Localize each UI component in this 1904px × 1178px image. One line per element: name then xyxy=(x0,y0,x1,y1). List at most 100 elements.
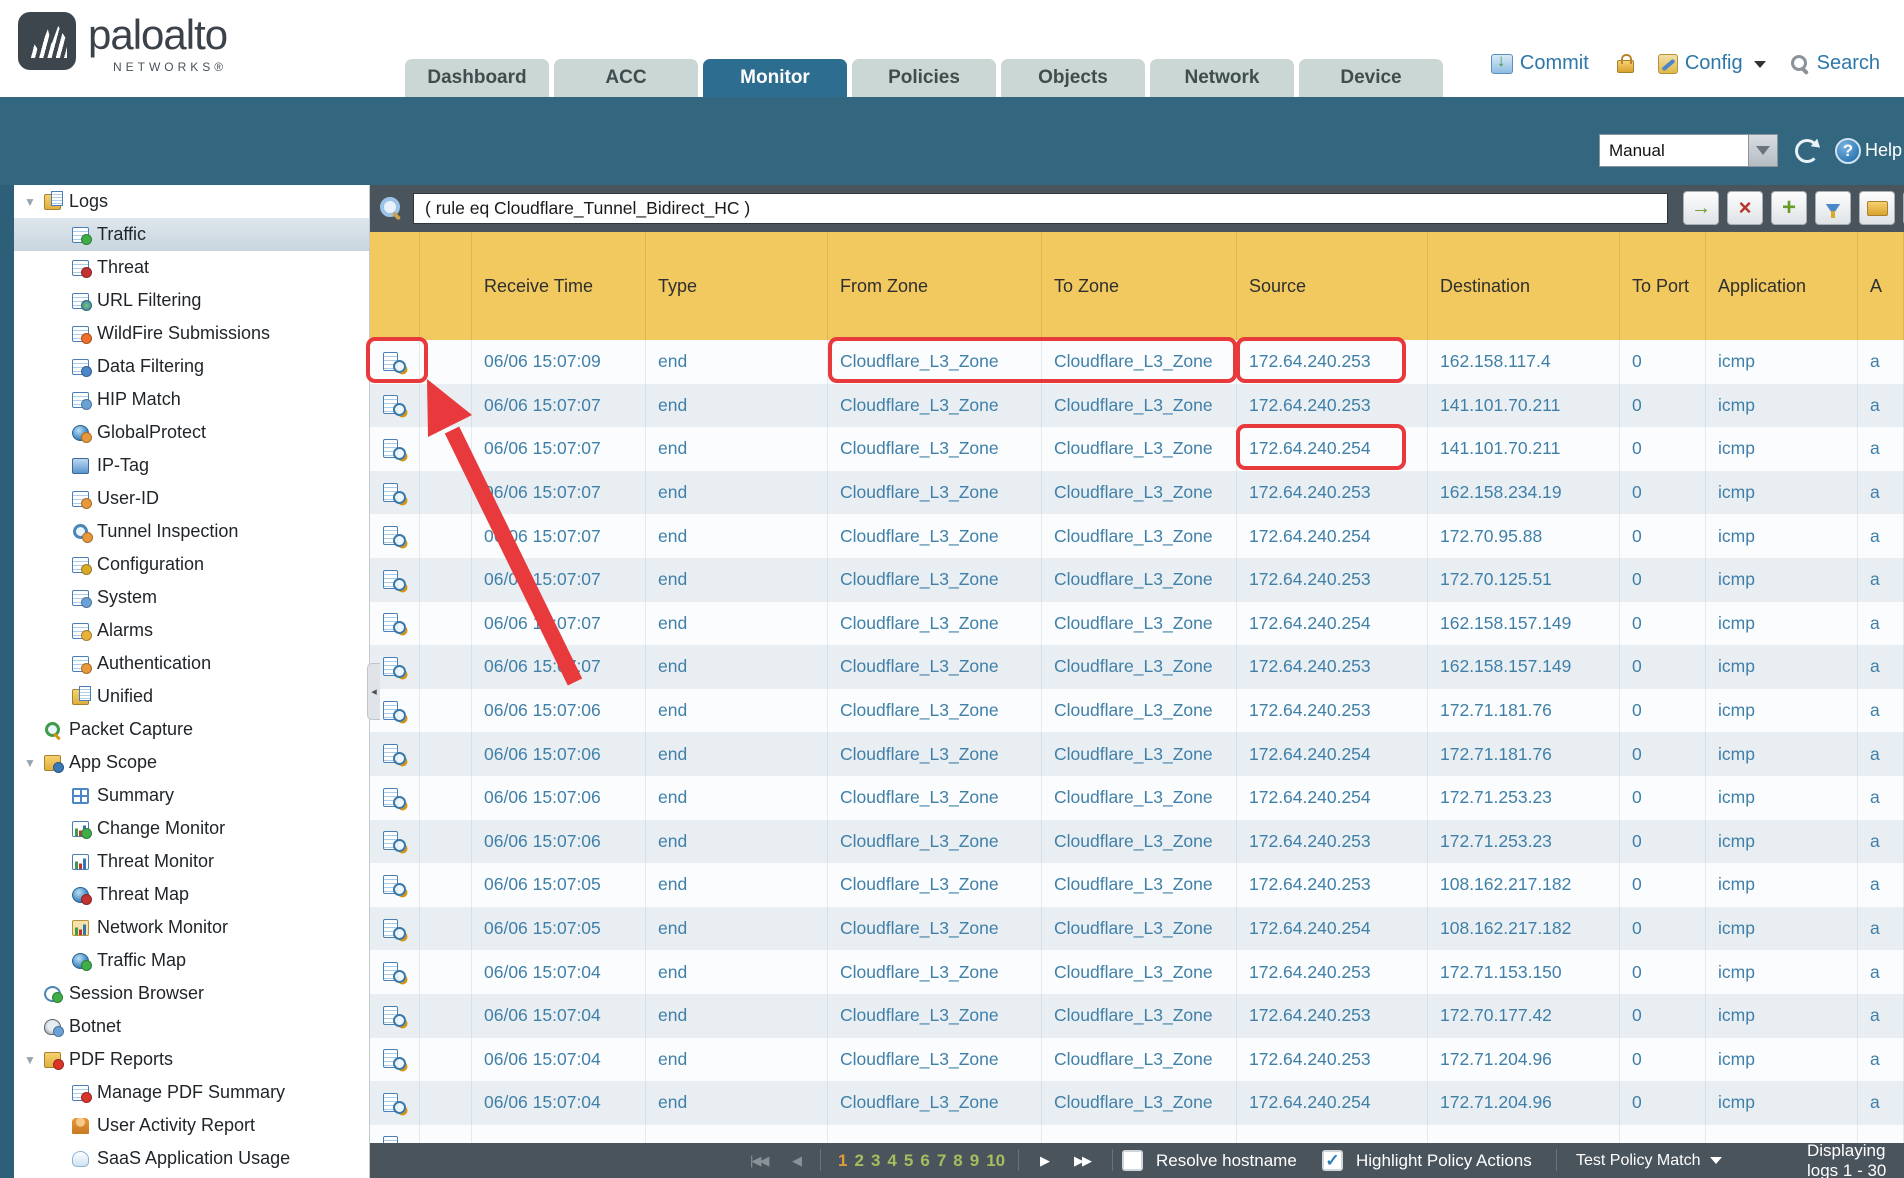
table-row[interactable]: 06/06 15:07:04endCloudflare_L3_ZoneCloud… xyxy=(370,950,1904,994)
log-detail-icon[interactable] xyxy=(383,439,406,459)
log-detail-icon[interactable] xyxy=(383,962,406,982)
sidebar-item-botnet[interactable]: Botnet xyxy=(14,1010,369,1043)
prev-page-button[interactable]: ◀ xyxy=(792,1143,800,1178)
highlight-policy-option[interactable]: ✓Highlight Policy Actions xyxy=(1322,1143,1532,1178)
sidebar-item-user-activity-report[interactable]: User Activity Report xyxy=(14,1109,369,1142)
sidebar-item-tunnel-inspection[interactable]: Tunnel Inspection xyxy=(14,515,369,548)
table-row[interactable]: 06/06 15:07:07endCloudflare_L3_ZoneCloud… xyxy=(370,558,1904,602)
table-row[interactable] xyxy=(370,1125,1904,1143)
tab-monitor[interactable]: Monitor xyxy=(703,59,847,97)
sidebar-item-logs[interactable]: ▼Logs xyxy=(14,185,369,218)
table-row[interactable]: 06/06 15:07:07endCloudflare_L3_ZoneCloud… xyxy=(370,471,1904,515)
table-row[interactable]: 06/06 15:07:09endCloudflare_L3_ZoneCloud… xyxy=(370,340,1904,384)
log-detail-icon[interactable] xyxy=(383,1093,406,1113)
apply-filter-icon[interactable]: → xyxy=(1683,191,1719,225)
col-header-spacer[interactable] xyxy=(420,232,472,340)
log-detail-icon[interactable] xyxy=(383,831,406,851)
filter-query-input[interactable] xyxy=(413,193,1668,224)
log-detail-icon[interactable] xyxy=(383,744,406,764)
page-number-7[interactable]: 7 xyxy=(937,1151,946,1171)
sidebar-item-packet-capture[interactable]: Packet Capture xyxy=(14,713,369,746)
table-row[interactable]: 06/06 15:07:06endCloudflare_L3_ZoneCloud… xyxy=(370,820,1904,864)
log-detail-icon[interactable] xyxy=(383,919,406,939)
config-button[interactable]: Config xyxy=(1658,52,1776,75)
help-icon[interactable]: ? xyxy=(1835,138,1861,164)
col-header-source[interactable]: Source xyxy=(1237,232,1428,340)
log-detail-icon[interactable] xyxy=(383,1049,406,1069)
sidebar-item-session-browser[interactable]: Session Browser xyxy=(14,977,369,1010)
sidebar-item-configuration[interactable]: Configuration xyxy=(14,548,369,581)
log-detail-icon[interactable] xyxy=(383,483,406,503)
sidebar-item-system[interactable]: System xyxy=(14,581,369,614)
refresh-mode-dropdown-arrow[interactable] xyxy=(1749,134,1778,167)
page-number-2[interactable]: 2 xyxy=(854,1151,863,1171)
col-header-from-zone[interactable]: From Zone xyxy=(828,232,1042,340)
sidebar-collapse-handle[interactable] xyxy=(367,663,380,720)
col-header-action[interactable]: A xyxy=(1858,232,1904,340)
sidebar-item-traffic[interactable]: Traffic xyxy=(14,218,369,251)
add-filter-icon[interactable]: + xyxy=(1771,191,1807,225)
log-detail-icon[interactable] xyxy=(383,526,406,546)
lock-icon[interactable] xyxy=(1617,60,1634,73)
filter-builder-icon[interactable] xyxy=(1815,191,1851,225)
log-detail-icon[interactable] xyxy=(383,788,406,808)
expander-icon[interactable]: ▼ xyxy=(22,756,38,770)
tab-dashboard[interactable]: Dashboard xyxy=(405,59,549,97)
sidebar-item-summary[interactable]: Summary xyxy=(14,779,369,812)
col-header-to-zone[interactable]: To Zone xyxy=(1042,232,1237,340)
sidebar-item-unified[interactable]: Unified xyxy=(14,680,369,713)
sidebar-item-globalprotect[interactable]: GlobalProtect xyxy=(14,416,369,449)
log-detail-icon[interactable] xyxy=(383,1006,406,1026)
table-row[interactable]: 06/06 15:07:04endCloudflare_L3_ZoneCloud… xyxy=(370,1081,1904,1125)
tab-objects[interactable]: Objects xyxy=(1001,59,1145,97)
sidebar-item-ip-tag[interactable]: IP-Tag xyxy=(14,449,369,482)
page-number-4[interactable]: 4 xyxy=(887,1151,896,1171)
first-page-button[interactable]: |◀◀ xyxy=(750,1143,767,1178)
sidebar-item-user-id[interactable]: User-ID xyxy=(14,482,369,515)
col-header-application[interactable]: Application xyxy=(1706,232,1858,340)
last-page-button[interactable]: ▶▶ xyxy=(1074,1143,1090,1178)
sidebar-item-network-monitor[interactable]: Network Monitor xyxy=(14,911,369,944)
test-policy-match-button[interactable]: Test Policy Match xyxy=(1576,1143,1722,1178)
col-header-receive-time[interactable]: Receive Time xyxy=(472,232,646,340)
sidebar-item-change-monitor[interactable]: Change Monitor xyxy=(14,812,369,845)
help-label[interactable]: Help xyxy=(1865,140,1902,161)
tab-acc[interactable]: ACC xyxy=(554,59,698,97)
clear-filter-icon[interactable]: × xyxy=(1727,191,1763,225)
sidebar-item-authentication[interactable]: Authentication xyxy=(14,647,369,680)
log-detail-icon[interactable] xyxy=(383,352,406,372)
page-number-6[interactable]: 6 xyxy=(920,1151,929,1171)
refresh-icon[interactable] xyxy=(1795,139,1819,163)
table-row[interactable]: 06/06 15:07:07endCloudflare_L3_ZoneCloud… xyxy=(370,384,1904,428)
col-header-to-port[interactable]: To Port xyxy=(1620,232,1706,340)
col-header-destination[interactable]: Destination xyxy=(1428,232,1620,340)
log-detail-icon[interactable] xyxy=(383,657,406,677)
table-row[interactable]: 06/06 15:07:04endCloudflare_L3_ZoneCloud… xyxy=(370,1038,1904,1082)
tab-network[interactable]: Network xyxy=(1150,59,1294,97)
sidebar-item-traffic-map[interactable]: Traffic Map xyxy=(14,944,369,977)
sidebar-item-manage-pdf-summary[interactable]: Manage PDF Summary xyxy=(14,1076,369,1109)
table-row[interactable]: 06/06 15:07:07endCloudflare_L3_ZoneCloud… xyxy=(370,602,1904,646)
expander-icon[interactable]: ▼ xyxy=(22,195,38,209)
sidebar-item-pdf-reports[interactable]: ▼PDF Reports xyxy=(14,1043,369,1076)
table-row[interactable]: 06/06 15:07:05endCloudflare_L3_ZoneCloud… xyxy=(370,907,1904,951)
sidebar-item-threat[interactable]: Threat xyxy=(14,251,369,284)
sidebar-item-app-scope[interactable]: ▼App Scope xyxy=(14,746,369,779)
page-number-8[interactable]: 8 xyxy=(953,1151,962,1171)
table-row[interactable]: 06/06 15:07:07endCloudflare_L3_ZoneCloud… xyxy=(370,427,1904,471)
log-detail-icon[interactable] xyxy=(383,875,406,895)
sidebar-item-wildfire-submissions[interactable]: WildFire Submissions xyxy=(14,317,369,350)
table-row[interactable]: 06/06 15:07:07endCloudflare_L3_ZoneCloud… xyxy=(370,645,1904,689)
sidebar-item-threat-monitor[interactable]: Threat Monitor xyxy=(14,845,369,878)
table-row[interactable]: 06/06 15:07:04endCloudflare_L3_ZoneCloud… xyxy=(370,994,1904,1038)
log-detail-icon[interactable] xyxy=(383,570,406,590)
table-row[interactable]: 06/06 15:07:07endCloudflare_L3_ZoneCloud… xyxy=(370,514,1904,558)
table-row[interactable]: 06/06 15:07:06endCloudflare_L3_ZoneCloud… xyxy=(370,689,1904,733)
table-row[interactable]: 06/06 15:07:06endCloudflare_L3_ZoneCloud… xyxy=(370,776,1904,820)
sidebar-item-data-filtering[interactable]: Data Filtering xyxy=(14,350,369,383)
expander-icon[interactable]: ▼ xyxy=(22,1053,38,1067)
tab-device[interactable]: Device xyxy=(1299,59,1443,97)
refresh-mode-select[interactable]: Manual xyxy=(1599,134,1749,167)
next-page-button[interactable]: ▶ xyxy=(1040,1143,1048,1178)
log-detail-icon[interactable] xyxy=(383,395,406,415)
